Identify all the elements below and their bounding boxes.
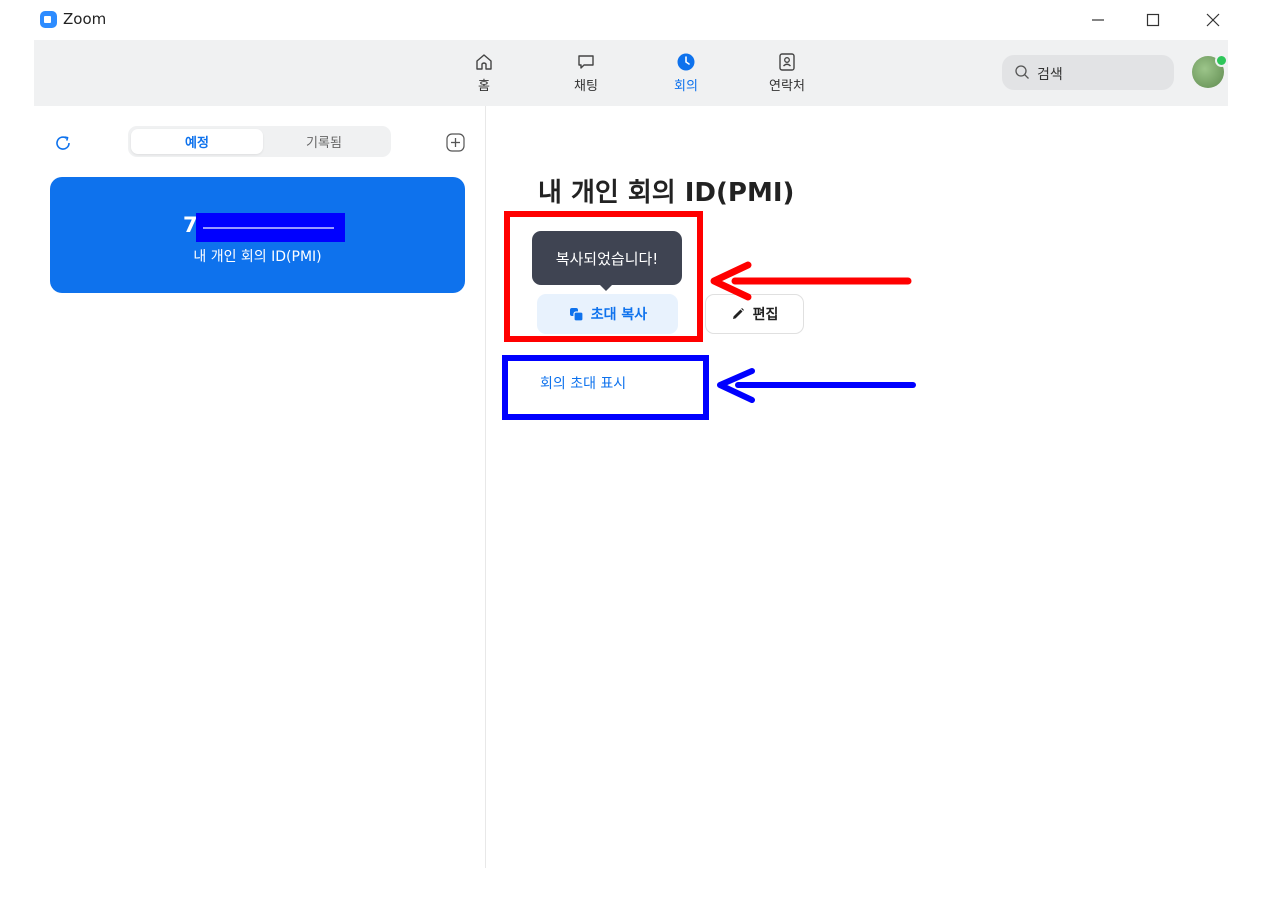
page-title: 내 개인 회의 ID(PMI): [538, 178, 795, 208]
search-placeholder: 검색: [1037, 67, 1063, 83]
meeting-clock-icon: [677, 53, 695, 71]
contacts-icon: [779, 53, 795, 71]
top-nav: 홈 채팅 회의 연락처 검색: [34, 40, 1228, 106]
search-icon: [1015, 65, 1029, 79]
meeting-list-tabs: 예정 기록됨: [128, 126, 391, 157]
nav-home[interactable]: 홈: [454, 52, 514, 94]
window-title: Zoom: [63, 10, 107, 28]
maximize-icon[interactable]: [1139, 6, 1167, 34]
edit-button[interactable]: 편집: [705, 294, 804, 334]
close-icon[interactable]: [1199, 6, 1227, 34]
online-status-indicator: [1215, 54, 1228, 67]
tab-recorded[interactable]: 기록됨: [258, 129, 390, 154]
nav-meetings[interactable]: 회의: [656, 52, 716, 94]
pmi-meeting-card[interactable]: 7 내 개인 회의 ID(PMI): [50, 177, 465, 293]
blue-highlight-box: [502, 355, 709, 420]
red-arrow: [710, 261, 912, 301]
zoom-logo-icon: [40, 11, 57, 28]
add-meeting-icon[interactable]: [446, 133, 465, 152]
blue-arrow: [717, 368, 916, 403]
nav-chat-label: 채팅: [574, 79, 598, 94]
nav-meetings-label: 회의: [674, 79, 698, 94]
red-highlight-box: [504, 211, 703, 342]
search-input[interactable]: 검색: [1002, 55, 1174, 90]
tab-upcoming[interactable]: 예정: [131, 129, 263, 154]
chat-icon: [578, 55, 594, 69]
meeting-card-label: 내 개인 회의 ID(PMI): [193, 249, 322, 265]
panel-divider: [485, 106, 486, 868]
minimize-icon[interactable]: [1084, 6, 1112, 34]
nav-contacts-label: 연락처: [769, 79, 805, 94]
home-icon: [476, 54, 492, 70]
pencil-icon: [732, 308, 744, 319]
nav-chat[interactable]: 채팅: [556, 52, 616, 94]
edit-button-label: 편집: [752, 307, 779, 323]
nav-contacts[interactable]: 연락처: [757, 52, 817, 94]
nav-home-label: 홈: [478, 79, 490, 94]
title-bar: Zoom: [0, 0, 1278, 40]
redaction-box: [196, 213, 345, 242]
refresh-icon[interactable]: [54, 134, 72, 152]
